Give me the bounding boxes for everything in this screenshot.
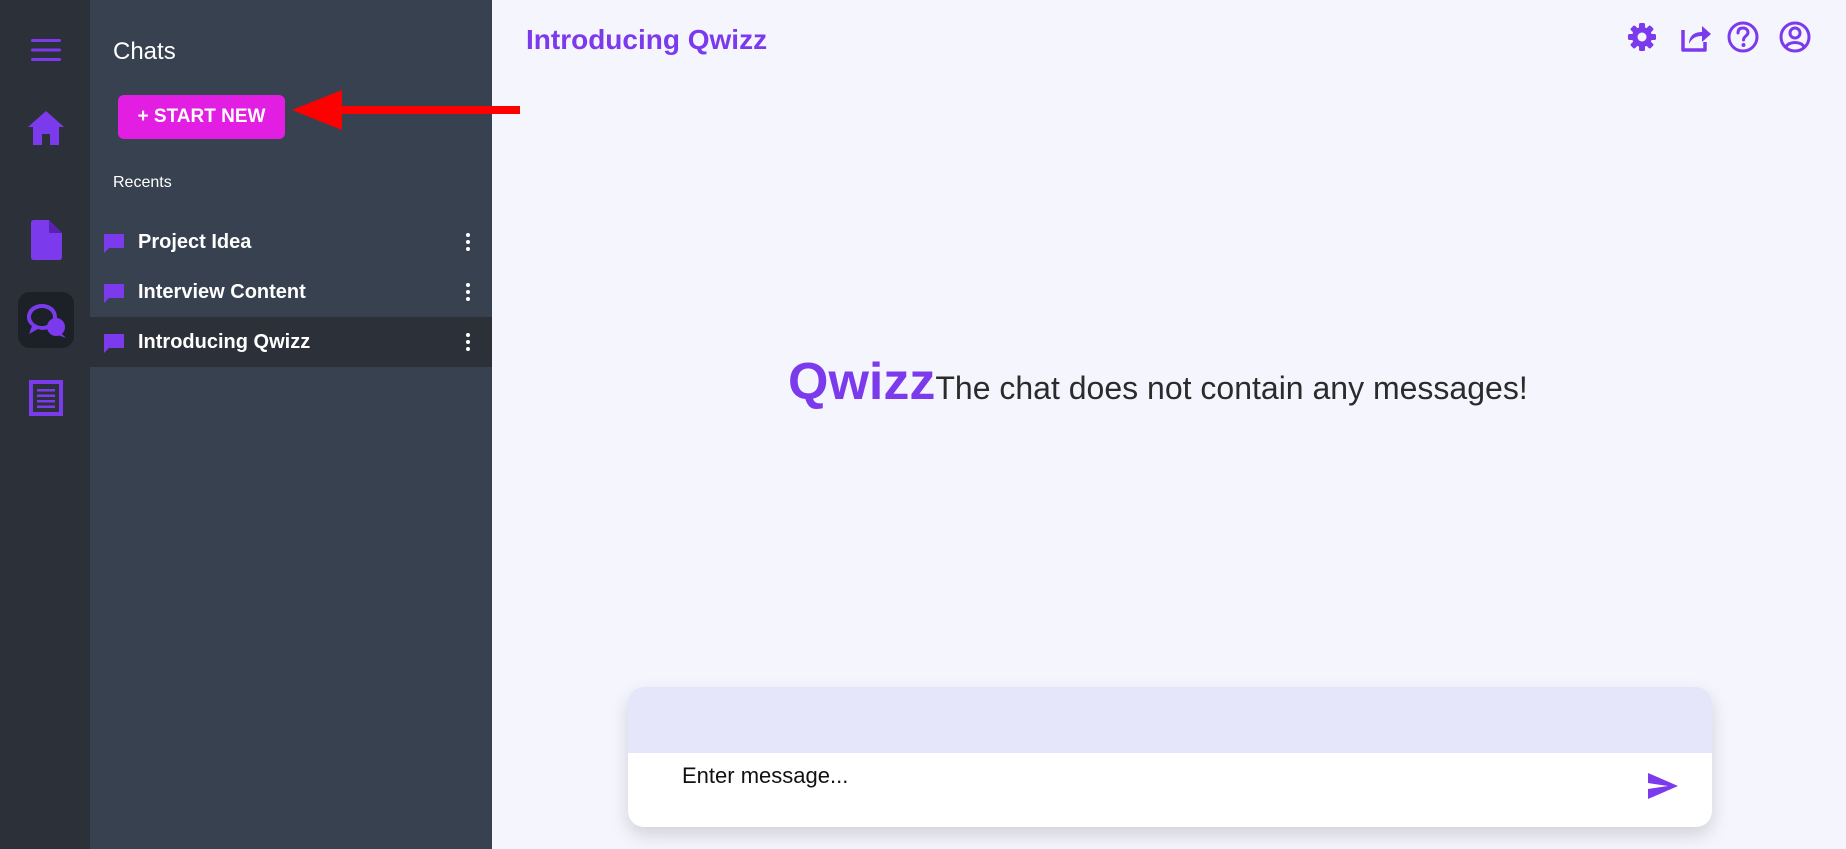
- gear-icon: [1628, 23, 1656, 51]
- chat-item-introducing-qwizz[interactable]: Introducing Qwizz: [90, 317, 492, 367]
- notes-button[interactable]: [18, 370, 74, 426]
- chat-bubble-icon: [104, 284, 124, 303]
- account-button[interactable]: [1778, 20, 1812, 54]
- chats-button[interactable]: [18, 292, 74, 348]
- composer-attachment-area: [628, 687, 1712, 753]
- page-title: Introducing Qwizz: [526, 24, 768, 55]
- account-icon: [1779, 21, 1811, 53]
- menu-icon: [31, 39, 61, 61]
- chats-panel-title: Chats: [113, 38, 176, 65]
- chat-bubble-icon: [104, 334, 124, 353]
- more-options-icon[interactable]: [460, 230, 476, 254]
- chat-item-label: Project Idea: [138, 230, 252, 253]
- chat-item-project-idea[interactable]: Project Idea: [90, 217, 492, 267]
- share-icon: [1681, 26, 1711, 52]
- brand-logo: Qwizz: [788, 353, 936, 411]
- more-options-icon[interactable]: [460, 280, 476, 304]
- message-input[interactable]: [682, 763, 1582, 789]
- documents-button[interactable]: [18, 212, 74, 268]
- message-composer: [628, 687, 1712, 827]
- icon-rail: [0, 0, 90, 849]
- send-icon[interactable]: [1646, 771, 1680, 801]
- help-icon: [1727, 21, 1759, 53]
- chat-icon: [27, 304, 66, 338]
- help-button[interactable]: [1726, 20, 1760, 54]
- menu-button[interactable]: [18, 22, 74, 78]
- recents-heading: Recents: [113, 174, 172, 191]
- settings-button[interactable]: [1625, 20, 1659, 54]
- share-button[interactable]: [1679, 20, 1713, 54]
- more-options-icon[interactable]: [460, 330, 476, 354]
- chat-item-interview-content[interactable]: Interview Content: [90, 267, 492, 317]
- start-new-button[interactable]: + START NEW: [118, 95, 285, 139]
- empty-state: Qwizz The chat does not contain any mess…: [788, 352, 1528, 412]
- document-icon: [31, 220, 62, 260]
- chat-item-label: Interview Content: [138, 280, 306, 303]
- chat-item-label: Introducing Qwizz: [138, 330, 311, 353]
- home-icon: [28, 111, 64, 145]
- home-button[interactable]: [18, 100, 74, 156]
- annotation-arrow: [292, 90, 520, 130]
- notes-icon: [29, 380, 63, 416]
- chat-bubble-icon: [104, 234, 124, 253]
- empty-state-message: The chat does not contain any messages!: [935, 370, 1528, 406]
